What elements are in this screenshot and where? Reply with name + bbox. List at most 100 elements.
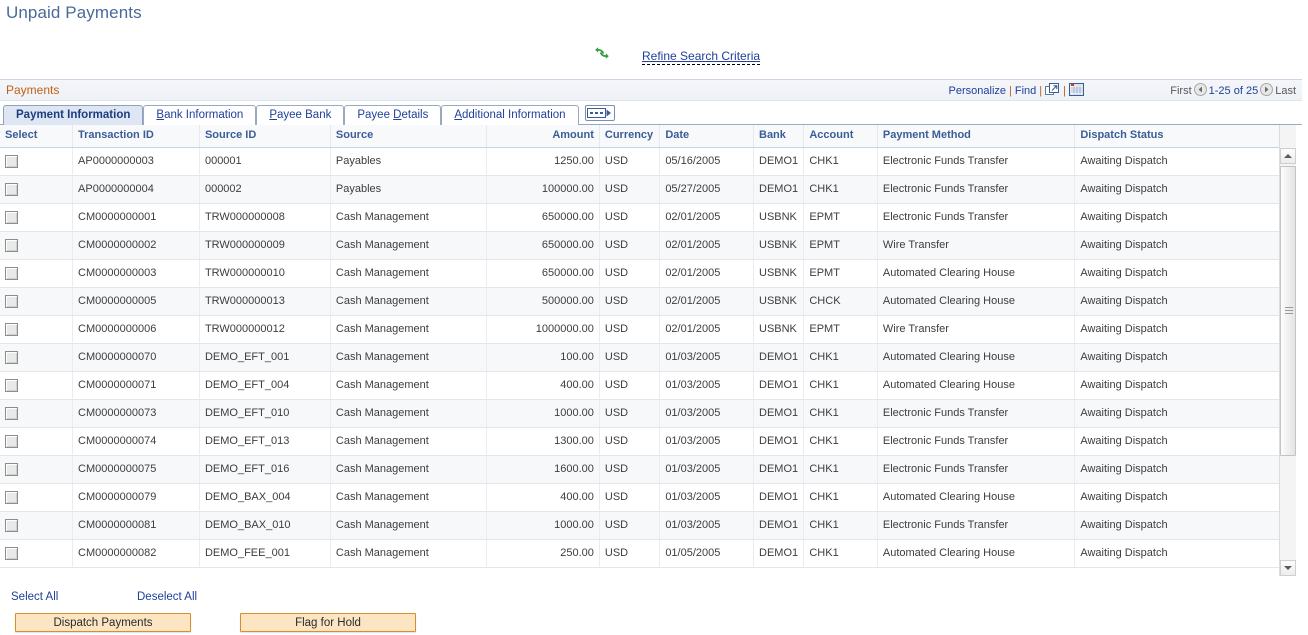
refine-search-criteria-link[interactable]: Refine Search Criteria: [642, 49, 760, 65]
cell-source: Cash Management: [330, 259, 486, 287]
row-select-checkbox[interactable]: [5, 183, 18, 196]
cell-date: 01/03/2005: [660, 483, 754, 511]
cell-source-id: DEMO_BAX_010: [199, 511, 330, 539]
table-body: AP0000000003000001Payables1250.00USD05/1…: [0, 147, 1288, 567]
column-header-payment-method[interactable]: Payment Method: [877, 125, 1074, 147]
tab-bank-information[interactable]: Bank Information: [143, 105, 256, 125]
tab-additional-information[interactable]: Additional Information: [441, 105, 578, 125]
find-link[interactable]: Find: [1015, 85, 1036, 97]
row-select-checkbox[interactable]: [5, 519, 18, 532]
table-row: CM0000000070DEMO_EFT_001Cash Management1…: [0, 343, 1288, 371]
cell-transaction-id: CM0000000075: [73, 455, 200, 483]
cell-bank: DEMO1: [754, 343, 804, 371]
table-row: AP0000000003000001Payables1250.00USD05/1…: [0, 147, 1288, 175]
cell-dispatch-status: Awaiting Dispatch: [1075, 427, 1288, 455]
cell-date: 01/03/2005: [660, 511, 754, 539]
row-select-checkbox[interactable]: [5, 295, 18, 308]
cell-source: Payables: [330, 147, 486, 175]
previous-page-icon[interactable]: [1194, 83, 1207, 96]
page-title: Unpaid Payments: [6, 3, 142, 23]
column-header-amount[interactable]: Amount: [487, 125, 600, 147]
cell-amount: 400.00: [487, 371, 600, 399]
column-header-source[interactable]: Source: [330, 125, 486, 147]
download-spreadsheet-icon[interactable]: [1069, 83, 1084, 96]
select-all-link[interactable]: Select All: [11, 591, 58, 603]
row-select-cell: [0, 399, 73, 427]
cell-currency: USD: [599, 259, 659, 287]
cell-amount: 1300.00: [487, 427, 600, 455]
row-select-cell: [0, 203, 73, 231]
first-page-label[interactable]: First: [1170, 85, 1191, 97]
new-window-icon[interactable]: [1045, 83, 1060, 96]
personalize-link[interactable]: Personalize: [949, 85, 1006, 97]
tab-payee-details[interactable]: Payee Details: [344, 105, 441, 125]
row-select-checkbox[interactable]: [5, 267, 18, 280]
scroll-down-icon[interactable]: [1280, 560, 1296, 576]
payments-table-area: Select Transaction ID Source ID Source A…: [0, 125, 1302, 568]
cell-currency: USD: [599, 203, 659, 231]
cell-amount: 100.00: [487, 343, 600, 371]
table-row: CM0000000082DEMO_FEE_001Cash Management2…: [0, 539, 1288, 567]
tab-payment-information[interactable]: Payment Information: [3, 105, 143, 125]
column-header-bank[interactable]: Bank: [754, 125, 804, 147]
table-row: CM0000000081DEMO_BAX_010Cash Management1…: [0, 511, 1288, 539]
row-select-checkbox[interactable]: [5, 323, 18, 336]
column-header-currency[interactable]: Currency: [599, 125, 659, 147]
page-range-label: 1-25 of 25: [1209, 85, 1259, 97]
cell-transaction-id: CM0000000002: [73, 231, 200, 259]
row-select-checkbox[interactable]: [5, 407, 18, 420]
cell-bank: DEMO1: [754, 511, 804, 539]
row-select-checkbox[interactable]: [5, 491, 18, 504]
cell-account: CHK1: [804, 483, 878, 511]
row-select-cell: [0, 427, 73, 455]
cell-source: Cash Management: [330, 511, 486, 539]
row-select-checkbox[interactable]: [5, 435, 18, 448]
last-page-label[interactable]: Last: [1275, 85, 1296, 97]
column-header-account[interactable]: Account: [804, 125, 878, 147]
cell-account: CHK1: [804, 427, 878, 455]
row-select-checkbox[interactable]: [5, 211, 18, 224]
cell-amount: 1000.00: [487, 511, 600, 539]
cell-payment-method: Electronic Funds Transfer: [877, 175, 1074, 203]
cell-amount: 100000.00: [487, 175, 600, 203]
column-header-date[interactable]: Date: [660, 125, 754, 147]
flag-for-hold-button[interactable]: Flag for Hold: [240, 613, 416, 632]
cell-currency: USD: [599, 427, 659, 455]
column-header-dispatch-status[interactable]: Dispatch Status: [1075, 125, 1288, 147]
next-page-icon[interactable]: [1260, 83, 1273, 96]
row-select-checkbox[interactable]: [5, 463, 18, 476]
cell-source-id: 000001: [199, 147, 330, 175]
show-all-columns-icon[interactable]: [585, 105, 615, 121]
row-select-checkbox[interactable]: [5, 351, 18, 364]
row-select-checkbox[interactable]: [5, 239, 18, 252]
cell-dispatch-status: Awaiting Dispatch: [1075, 175, 1288, 203]
table-vertical-scrollbar[interactable]: [1279, 125, 1296, 576]
cell-amount: 1600.00: [487, 455, 600, 483]
column-header-select[interactable]: Select: [0, 125, 73, 147]
cell-dispatch-status: Awaiting Dispatch: [1075, 231, 1288, 259]
row-select-checkbox[interactable]: [5, 379, 18, 392]
scrollbar-thumb[interactable]: [1280, 166, 1296, 456]
scroll-up-icon[interactable]: [1280, 148, 1296, 164]
cell-transaction-id: CM0000000074: [73, 427, 200, 455]
dispatch-payments-button[interactable]: Dispatch Payments: [15, 613, 191, 632]
cell-currency: USD: [599, 231, 659, 259]
refresh-icon[interactable]: [594, 45, 610, 61]
cell-transaction-id: CM0000000082: [73, 539, 200, 567]
cell-account: CHK1: [804, 147, 878, 175]
row-select-checkbox[interactable]: [5, 547, 18, 560]
row-select-cell: [0, 259, 73, 287]
column-header-source-id[interactable]: Source ID: [199, 125, 330, 147]
cell-account: EPMT: [804, 203, 878, 231]
cell-source: Cash Management: [330, 399, 486, 427]
cell-transaction-id: CM0000000001: [73, 203, 200, 231]
tab-accesskey: P: [269, 109, 277, 121]
cell-payment-method: Automated Clearing House: [877, 371, 1074, 399]
column-header-transaction-id[interactable]: Transaction ID: [73, 125, 200, 147]
tab-payee-bank[interactable]: Payee Bank: [256, 105, 344, 125]
deselect-all-link[interactable]: Deselect All: [137, 591, 197, 603]
row-select-checkbox[interactable]: [5, 155, 18, 168]
tool-separator: |: [1060, 85, 1069, 97]
cell-source-id: TRW000000009: [199, 231, 330, 259]
cell-amount: 500000.00: [487, 287, 600, 315]
